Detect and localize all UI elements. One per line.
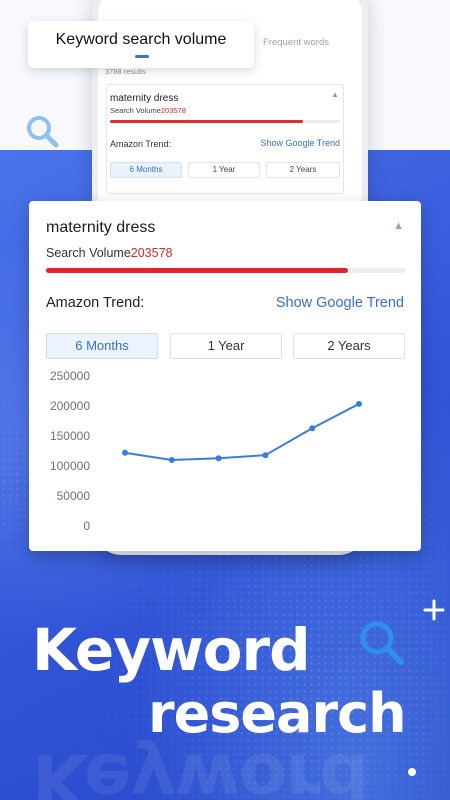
phone-search-volume: Search Volume203578	[110, 106, 186, 115]
y-tick-label: 50000	[57, 489, 91, 503]
headline-reflection: Keyword	[32, 738, 369, 800]
y-tick-label: 100000	[50, 459, 90, 473]
data-point[interactable]	[309, 425, 316, 432]
keyword-title: maternity dress	[46, 219, 156, 236]
volume-bar-fill	[46, 268, 348, 273]
collapse-arrow-icon[interactable]: ▲	[393, 220, 404, 232]
y-tick-label: 0	[83, 519, 90, 533]
data-point[interactable]	[262, 452, 269, 459]
phone-keyword-title: maternity dress	[110, 93, 179, 104]
range-6-months-button[interactable]: 6 Months	[46, 333, 158, 359]
keyword-volume-card: maternity dress ▲ Search Volume203578 Am…	[29, 201, 421, 551]
y-tick-label: 150000	[50, 429, 90, 443]
data-point[interactable]	[356, 400, 362, 407]
headline-line-1: Keyword	[32, 616, 311, 684]
series-line	[124, 402, 360, 462]
trend-line-chart: 250000 200000 150000 100000 50000 0	[50, 369, 362, 533]
y-tick-label: 250000	[50, 369, 90, 383]
data-point[interactable]	[122, 449, 128, 456]
collapse-arrow-icon[interactable]: ▲	[331, 90, 339, 99]
range-1-year-button[interactable]: 1 Year	[170, 333, 282, 359]
y-tick-label: 200000	[50, 399, 90, 413]
phone-amazon-trend-label: Amazon Trend:	[110, 139, 172, 149]
amazon-trend-label: Amazon Trend:	[46, 295, 145, 311]
range-2-years-button[interactable]: 2 Years	[293, 333, 405, 359]
dot-decoration	[408, 768, 416, 776]
search-icon	[360, 621, 404, 665]
headline-line-2: research	[148, 682, 407, 745]
search-icon	[27, 116, 59, 148]
search-volume-label: Search Volume	[46, 246, 131, 260]
phone-range-6-months[interactable]: 6 Months	[110, 162, 182, 178]
data-point[interactable]	[168, 457, 175, 463]
phone-google-trend-link[interactable]: Show Google Trend	[260, 138, 340, 148]
feature-tag: Keyword search volume	[28, 21, 254, 68]
phone-range-1-year[interactable]: 1 Year	[188, 162, 260, 178]
tab-active-indicator	[135, 55, 149, 58]
phone-volume-bar-fill	[110, 120, 304, 123]
show-google-trend-link[interactable]: Show Google Trend	[276, 295, 404, 311]
plus-icon	[423, 599, 445, 621]
search-volume: Search Volume203578	[46, 246, 173, 260]
tab-frequent-words[interactable]: Frequent words	[263, 37, 329, 48]
data-point[interactable]	[215, 455, 222, 462]
results-count: 3788 results	[105, 67, 146, 76]
phone-range-2-years[interactable]: 2 Years	[266, 162, 340, 178]
feature-tag-label: Keyword search volume	[55, 31, 227, 48]
search-volume-value: 203578	[130, 246, 173, 260]
